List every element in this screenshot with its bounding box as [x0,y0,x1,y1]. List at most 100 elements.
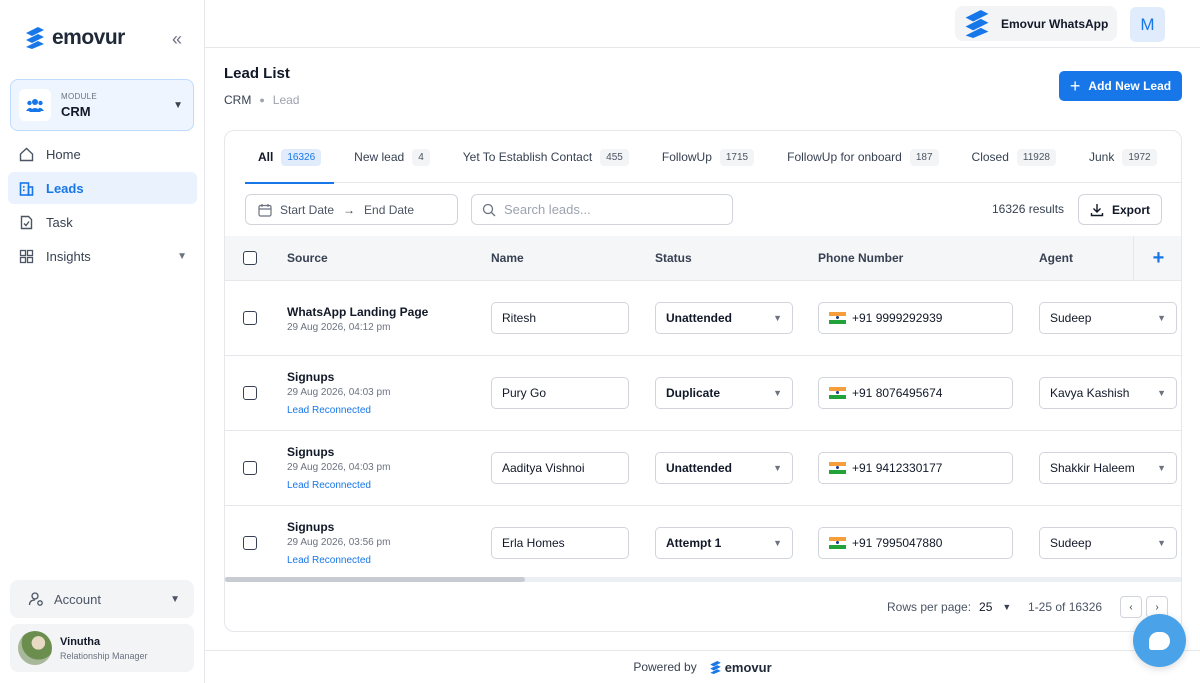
lead-name-input[interactable]: Pury Go [491,377,629,409]
sidebar-nav: Home Leads Task Insights ▼ [8,138,197,274]
phone-input[interactable]: +91 9999292939 [818,302,1013,334]
tab-followup[interactable]: FollowUp 1715 [649,131,767,183]
chevron-left-icon: ‹ [1129,601,1133,613]
table-row[interactable]: Signups 29 Aug 2026, 03:56 pm Lead Recon… [225,506,1181,577]
download-icon [1090,203,1104,216]
add-column-icon[interactable]: + [1133,236,1181,281]
chevron-down-icon: ▼ [1157,313,1166,323]
footer-logo[interactable]: emovur [709,660,772,675]
sidebar-item-home[interactable]: Home [8,138,197,170]
collapse-sidebar-icon[interactable]: « [168,30,186,48]
lead-reconnected-tag[interactable]: Lead Reconnected [287,480,371,491]
sidebar-item-task[interactable]: Task [8,206,197,238]
table-row[interactable]: Signups 29 Aug 2026, 04:03 pm Lead Recon… [225,356,1181,431]
status-select[interactable]: Attempt 1 ▼ [655,527,793,559]
users-icon [19,89,51,121]
tab-label: All [258,150,274,164]
previous-page-button[interactable]: ‹ [1120,596,1142,618]
phone-value: +91 7995047880 [852,536,943,550]
scrollbar-thumb[interactable] [225,577,525,582]
user-settings-icon [28,591,44,607]
sidebar-item-leads[interactable]: Leads [8,172,197,204]
account-label: Account [54,591,101,607]
tab-junk[interactable]: Junk 1972 [1076,131,1170,183]
tab-yet-to-establish-contact[interactable]: Yet To Establish Contact 455 [450,131,642,183]
status-select[interactable]: Unattended ▼ [655,452,793,484]
table-row[interactable]: Signups 29 Aug 2026, 04:03 pm Lead Recon… [225,431,1181,506]
india-flag-icon [829,312,846,324]
chevron-down-icon: ▼ [173,99,183,111]
lead-name-input[interactable]: Aaditya Vishnoi [491,452,629,484]
column-status[interactable]: Status [655,251,692,265]
whatsapp-button[interactable]: Emovur WhatsApp [955,6,1117,41]
brand-logo[interactable]: emovur [24,26,125,50]
lead-name-input[interactable]: Erla Homes [491,527,629,559]
tab-count: 455 [600,148,629,166]
table-row[interactable]: WhatsApp Landing Page 29 Aug 2026, 04:12… [225,281,1181,356]
rows-per-page-select[interactable]: 25 [979,600,992,614]
phone-input[interactable]: +91 8076495674 [818,377,1013,409]
chevron-down-icon: ▼ [773,538,782,548]
agent-select[interactable]: Kavya Kashish ▼ [1039,377,1177,409]
status-value: Duplicate [666,386,721,400]
agent-select[interactable]: Sudeep ▼ [1039,527,1177,559]
account-menu[interactable]: Account ▼ [10,580,194,618]
user-profile[interactable]: Vinutha Relationship Manager [10,624,194,672]
horizontal-scrollbar[interactable] [225,577,1181,582]
agent-select[interactable]: Sudeep ▼ [1039,302,1177,334]
status-select[interactable]: Duplicate ▼ [655,377,793,409]
breadcrumb-separator: ● [259,95,265,105]
column-name[interactable]: Name [491,251,524,265]
rows-per-page-label: Rows per page: [887,600,972,614]
chevron-down-icon: ▼ [773,463,782,473]
topbar: Emovur WhatsApp M [205,0,1200,48]
phone-input[interactable]: +91 9412330177 [818,452,1013,484]
tab-followup-for-onboard[interactable]: FollowUp for onboard 187 [774,131,951,183]
user-avatar-button[interactable]: M [1130,7,1165,42]
status-value: Unattended [666,311,732,325]
row-checkbox[interactable] [243,311,257,325]
breadcrumb-crm[interactable]: CRM [224,93,251,107]
search-input[interactable] [504,202,724,217]
chat-widget-button[interactable] [1133,614,1186,667]
status-value: Unattended [666,461,732,475]
tab-label: FollowUp [661,150,712,164]
lead-reconnected-tag[interactable]: Lead Reconnected [287,555,371,566]
breadcrumb: CRM ● Lead [224,93,299,107]
module-selector[interactable]: MODULE CRM ▼ [10,79,194,131]
whatsapp-label: Emovur WhatsApp [1001,16,1109,31]
row-checkbox[interactable] [243,536,257,550]
lead-source: Signups [287,370,335,384]
date-range-picker[interactable]: Start Date → End Date [245,194,458,225]
tab-count: 4 [412,148,430,166]
chevron-down-icon[interactable]: ▼ [1002,602,1011,612]
row-checkbox[interactable] [243,386,257,400]
column-source[interactable]: Source [287,251,328,265]
lead-name-input[interactable]: Ritesh [491,302,629,334]
chevron-right-icon: › [1155,601,1159,613]
phone-input[interactable]: +91 7995047880 [818,527,1013,559]
column-phone[interactable]: Phone Number [818,251,903,265]
agent-select[interactable]: Shakkir Haleem ▼ [1039,452,1177,484]
tab-all[interactable]: All 16326 [245,131,335,184]
export-button[interactable]: Export [1078,194,1162,225]
avatar [18,631,52,665]
start-date-label: Start Date [280,202,335,217]
sidebar-item-label: Task [46,214,73,230]
select-all-checkbox[interactable] [243,251,257,265]
column-agent[interactable]: Agent [1039,251,1073,265]
calendar-icon [258,203,272,217]
tab-closed[interactable]: Closed 11928 [959,131,1069,183]
table-header: Source Name Status Phone Number Agent + [225,236,1181,281]
module-value: CRM [61,103,91,119]
lead-reconnected-tag[interactable]: Lead Reconnected [287,405,371,416]
status-select[interactable]: Unattended ▼ [655,302,793,334]
add-new-lead-button[interactable]: + Add New Lead [1059,71,1182,101]
tab-new-lead[interactable]: New lead 4 [341,131,443,183]
search-icon [482,203,496,217]
tab-label: Closed [971,150,1009,164]
sidebar-item-insights[interactable]: Insights ▼ [8,240,197,272]
chevron-down-icon: ▼ [1157,388,1166,398]
tab-count: 1715 [719,148,755,166]
row-checkbox[interactable] [243,461,257,475]
